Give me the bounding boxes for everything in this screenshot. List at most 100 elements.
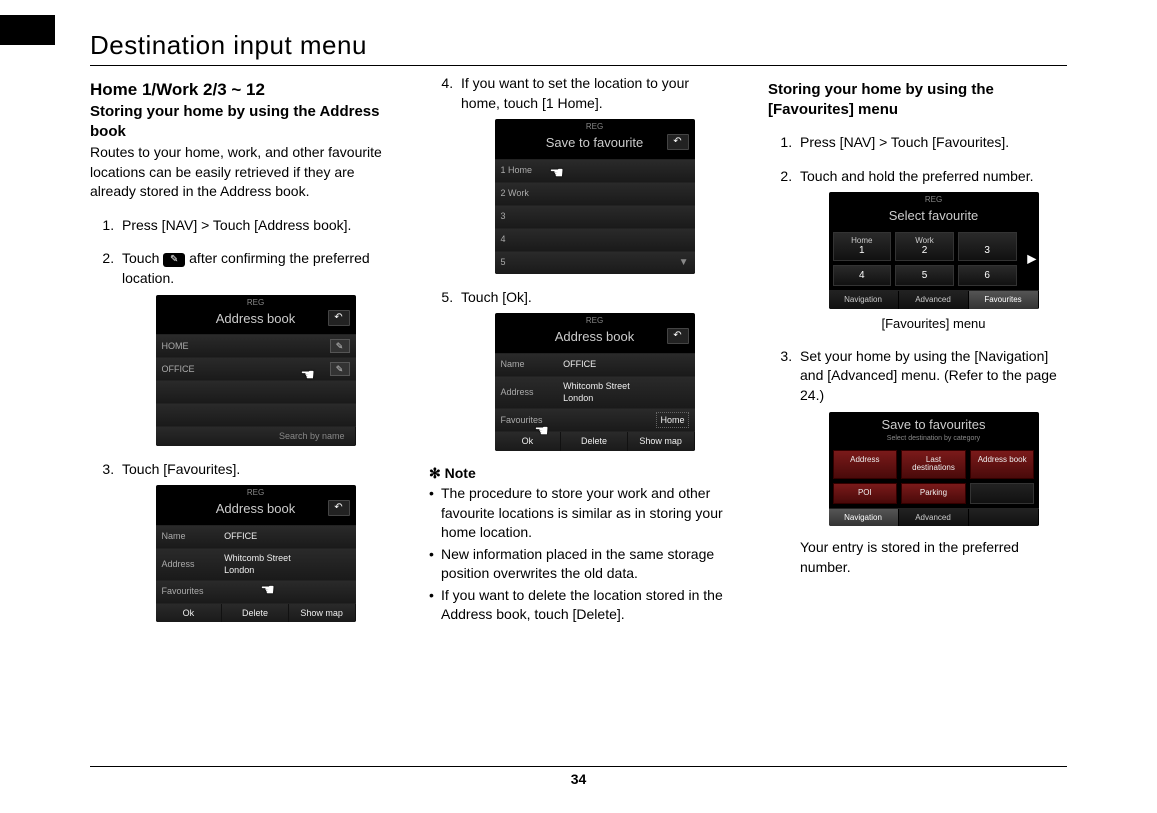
pencil-icon: ✎ bbox=[163, 253, 185, 267]
intro-text: Routes to your home, work, and other fav… bbox=[90, 143, 389, 202]
cat-last-destinations: Last destinations bbox=[901, 450, 966, 480]
steps-col3: Press [NAV] > Touch [Favourites]. Touch … bbox=[768, 133, 1067, 577]
step-3-text: Touch [Favourites]. bbox=[122, 461, 240, 477]
ok-button: Ok bbox=[495, 432, 562, 451]
favourites-label: Favourites bbox=[162, 585, 225, 598]
search-by-name: Search by name bbox=[156, 427, 356, 446]
cell-4: 4 bbox=[836, 270, 889, 281]
step-2-pre: Touch bbox=[122, 250, 163, 266]
fav-row-2: 2 Work bbox=[501, 187, 689, 200]
step-c3-2: Touch and hold the preferred number. REG… bbox=[796, 167, 1067, 333]
cat-poi: POI bbox=[833, 483, 898, 504]
tab-advanced: Advanced bbox=[899, 291, 969, 308]
reg-label: REG bbox=[829, 192, 1039, 205]
address-label: Address bbox=[501, 386, 564, 399]
note-heading: ✻ Note bbox=[429, 465, 728, 482]
back-icon: ↶ bbox=[328, 500, 350, 516]
cell-1: 1 bbox=[836, 245, 889, 256]
address-label: Address bbox=[162, 558, 225, 571]
steps-col1: Press [NAV] > Touch [Address book]. Touc… bbox=[90, 216, 389, 623]
step-c3-3-text: Set your home by using the [Navigation] … bbox=[800, 348, 1057, 403]
delete-button: Delete bbox=[561, 432, 628, 451]
delete-button: Delete bbox=[222, 604, 289, 623]
cell-3: 3 bbox=[961, 245, 1014, 256]
showmap-button: Show map bbox=[628, 432, 695, 451]
cell-home-label: Home bbox=[836, 237, 889, 246]
tab-favourites: Favourites bbox=[969, 291, 1039, 308]
ok-button: Ok bbox=[156, 604, 223, 623]
back-icon: ↶ bbox=[667, 328, 689, 344]
favourites-label: Favourites bbox=[501, 414, 657, 427]
step-4: If you want to set the location to your … bbox=[457, 74, 728, 274]
cell-2: 2 bbox=[898, 245, 951, 256]
pencil-icon: ✎ bbox=[330, 339, 350, 353]
screenshot-address-book-detail: REG Address book ↶ NameOFFICE AddressWhi… bbox=[156, 485, 356, 622]
note-list: The procedure to store your work and oth… bbox=[429, 484, 728, 625]
tab-navigation: Navigation bbox=[829, 291, 899, 308]
screenshot-title: Address book bbox=[216, 311, 296, 326]
address-value: Whitcomb Street London bbox=[563, 380, 688, 405]
screenshot-title: Address book bbox=[216, 501, 296, 516]
back-icon: ↶ bbox=[667, 134, 689, 150]
page-number: 34 bbox=[90, 766, 1067, 787]
step-5: Touch [Ok]. REG Address book ↶ NameOFFIC… bbox=[457, 288, 728, 451]
name-label: Name bbox=[162, 530, 225, 543]
reg-label: REG bbox=[156, 295, 356, 308]
step-c3-3: Set your home by using the [Navigation] … bbox=[796, 347, 1067, 578]
side-tab bbox=[0, 15, 55, 45]
screenshot-save-to-favourites: Save to favourites Select destination by… bbox=[829, 412, 1039, 527]
favourites-value: Home bbox=[656, 412, 688, 429]
name-value: OFFICE bbox=[224, 530, 349, 543]
cell-6: 6 bbox=[961, 270, 1014, 281]
screenshot-select-favourite: REG Select favourite Home1 Work2 3 4 5 6 bbox=[829, 192, 1039, 308]
tab-navigation: Navigation bbox=[829, 509, 899, 526]
caption-favourites-menu: [Favourites] menu bbox=[800, 315, 1067, 333]
screenshot-address-book-ok: REG Address book ↶ NameOFFICE AddressWhi… bbox=[495, 313, 695, 451]
cat-address-book: Address book bbox=[970, 450, 1035, 480]
category-grid: Address Last destinations Address book P… bbox=[829, 446, 1039, 508]
screenshot-title: Save to favourite bbox=[546, 135, 644, 150]
column-1: Home 1/Work 2/3 ~ 12 Storing your home b… bbox=[90, 74, 389, 636]
pencil-icon: ✎ bbox=[330, 362, 350, 376]
back-icon: ↶ bbox=[328, 310, 350, 326]
note-1: The procedure to store your work and oth… bbox=[429, 484, 728, 543]
cat-empty bbox=[970, 483, 1035, 504]
fav-row-3: 3 bbox=[501, 210, 689, 223]
row-office: OFFICE bbox=[162, 363, 330, 376]
screenshot-address-book-list: REG Address book ↶ HOME✎ OFFICE✎ Search … bbox=[156, 295, 356, 446]
step-c3-1: Press [NAV] > Touch [Favourites]. bbox=[796, 133, 1067, 153]
chevron-right-icon: ▶ bbox=[1027, 251, 1036, 268]
column-3: Storing your home by using the [Favourit… bbox=[768, 74, 1067, 636]
page-title: Destination input menu bbox=[90, 30, 1067, 66]
screenshot-save-favourite: REG Save to favourite ↶ 1 Home 2 Work 3 … bbox=[495, 119, 695, 273]
fav-row-1: 1 Home bbox=[501, 164, 689, 177]
cell-5: 5 bbox=[898, 270, 951, 281]
note-3: If you want to delete the location store… bbox=[429, 586, 728, 625]
subheading-address-book: Storing your home by using the Address b… bbox=[90, 102, 389, 141]
address-value: Whitcomb Street London bbox=[224, 552, 349, 577]
step-c3-2-text: Touch and hold the preferred number. bbox=[800, 168, 1034, 184]
screenshot-title: Address book bbox=[555, 329, 635, 344]
cat-address: Address bbox=[833, 450, 898, 480]
tab-favourites bbox=[969, 509, 1039, 526]
steps-col2: If you want to set the location to your … bbox=[429, 74, 728, 451]
favourite-grid: Home1 Work2 3 4 5 6 ▶ bbox=[829, 228, 1039, 291]
name-label: Name bbox=[501, 358, 564, 371]
final-text: Your entry is stored in the preferred nu… bbox=[800, 538, 1067, 577]
screenshot-title: Save to favourites bbox=[881, 417, 985, 432]
column-2: If you want to set the location to your … bbox=[429, 74, 728, 636]
fav-row-5: 5 bbox=[501, 256, 679, 269]
step-3: Touch [Favourites]. REG Address book ↶ N… bbox=[118, 460, 389, 623]
step-4-text: If you want to set the location to your … bbox=[461, 75, 689, 111]
screenshot-title: Select favourite bbox=[889, 208, 979, 223]
screenshot-subtitle: Select destination by category bbox=[829, 434, 1039, 446]
reg-label: REG bbox=[495, 313, 695, 326]
subheading-favourites-menu: Storing your home by using the [Favourit… bbox=[768, 80, 1067, 119]
reg-label: REG bbox=[495, 119, 695, 132]
fav-row-4: 4 bbox=[501, 233, 689, 246]
row-home: HOME bbox=[162, 340, 330, 353]
cat-parking: Parking bbox=[901, 483, 966, 504]
reg-label: REG bbox=[156, 485, 356, 498]
step-5-text: Touch [Ok]. bbox=[461, 289, 532, 305]
step-2: Touch ✎ after confirming the preferred l… bbox=[118, 249, 389, 445]
